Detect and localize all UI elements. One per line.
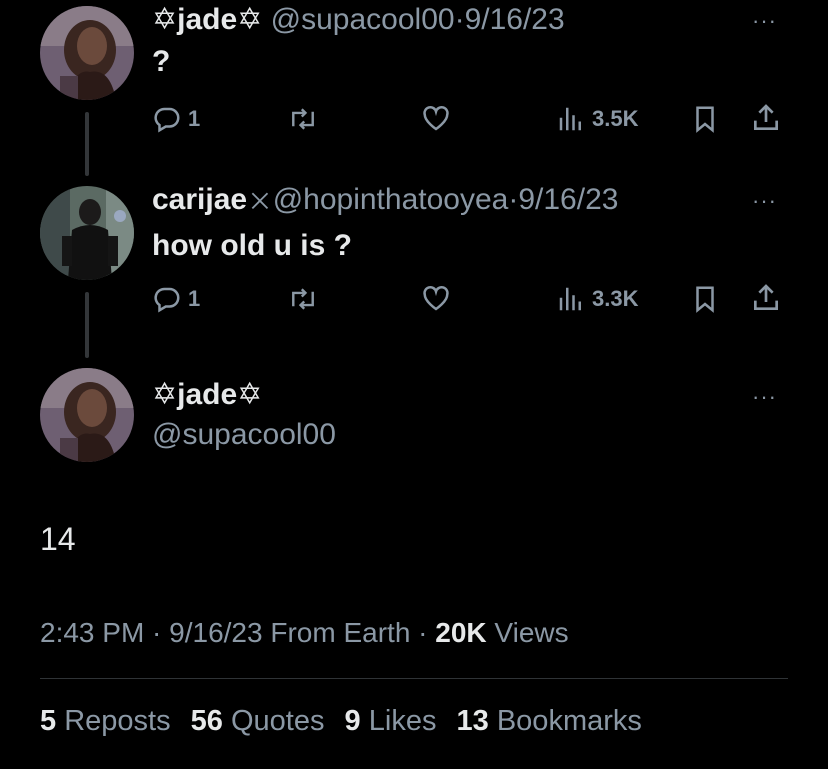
display-name[interactable]: ✡jade✡ bbox=[152, 3, 262, 36]
separator: · bbox=[508, 183, 519, 216]
share-button[interactable] bbox=[750, 102, 782, 134]
views-button[interactable]: 3.5K bbox=[556, 104, 638, 134]
display-name[interactable]: ✡jade✡ bbox=[152, 377, 262, 413]
quotes-stat[interactable]: 56 Quotes bbox=[191, 705, 325, 737]
heart-icon bbox=[423, 105, 449, 131]
views-count: 3.3K bbox=[592, 286, 639, 311]
views-icon bbox=[559, 107, 581, 131]
reply-icon bbox=[154, 287, 180, 313]
repost-button[interactable] bbox=[286, 284, 320, 314]
repost-icon bbox=[292, 288, 314, 310]
avatar-photo bbox=[40, 6, 134, 100]
views-button[interactable]: 3.3K bbox=[556, 284, 638, 314]
more-icon[interactable]: ··· bbox=[752, 190, 777, 212]
likes-count: 9 bbox=[344, 705, 361, 737]
thread-line bbox=[85, 112, 89, 176]
reposts-count: 5 bbox=[40, 705, 57, 737]
reply-icon bbox=[154, 107, 180, 133]
display-name[interactable]: carijae bbox=[152, 183, 247, 216]
repost-icon bbox=[292, 108, 314, 130]
reply-count: 1 bbox=[188, 286, 201, 311]
tweet-text: ? bbox=[152, 45, 171, 78]
bookmark-icon bbox=[696, 106, 714, 133]
bookmark-icon bbox=[696, 286, 714, 313]
heart-icon bbox=[423, 285, 449, 311]
bookmark-button[interactable] bbox=[690, 284, 720, 314]
reply-button[interactable]: 1 bbox=[152, 104, 200, 134]
more-icon[interactable]: ··· bbox=[752, 10, 777, 32]
user-handle[interactable]: @supacool00 bbox=[271, 3, 455, 36]
reply-button[interactable]: 1 bbox=[152, 284, 200, 314]
avatar[interactable] bbox=[40, 6, 134, 100]
bookmarks-stat[interactable]: 13 Bookmarks bbox=[457, 705, 642, 737]
like-button[interactable] bbox=[420, 104, 452, 134]
tweet-header: carijae ⨉ @hopinthatooyea·9/16/23 bbox=[152, 182, 618, 220]
avatar-photo bbox=[40, 186, 134, 280]
tweet-date[interactable]: 9/16/23 bbox=[518, 183, 618, 216]
tweet-text: how old u is ? bbox=[152, 229, 352, 262]
bookmarks-label: Bookmarks bbox=[488, 705, 642, 737]
tweet-header: ✡jade✡ @supacool00·9/16/23 bbox=[152, 2, 565, 38]
bookmarks-count: 13 bbox=[456, 705, 489, 737]
divider bbox=[40, 678, 788, 679]
reposts-stat[interactable]: 5 Reposts bbox=[40, 705, 171, 737]
tweet-timestamp[interactable]: 2:43 PM · 9/16/23 From Earth · bbox=[40, 617, 435, 648]
tweet-meta: 2:43 PM · 9/16/23 From Earth · 20K Views bbox=[40, 616, 569, 650]
user-handle[interactable]: @supacool00 bbox=[152, 417, 336, 453]
reposts-label: Reposts bbox=[56, 705, 171, 737]
affiliate-badge: ⨉ bbox=[251, 189, 269, 214]
thread-line bbox=[85, 292, 89, 358]
user-handle[interactable]: @hopinthatooyea bbox=[273, 183, 509, 216]
share-icon bbox=[754, 284, 778, 310]
tweet-date[interactable]: 9/16/23 bbox=[465, 3, 565, 36]
views-count: 3.5K bbox=[592, 106, 639, 131]
avatar[interactable] bbox=[40, 186, 134, 280]
engagement-stats: 5 Reposts 56 Quotes 9 Likes 13 Bookmarks bbox=[40, 703, 654, 739]
separator: · bbox=[454, 3, 465, 36]
views-count: 20K bbox=[435, 617, 487, 648]
views-icon bbox=[559, 287, 581, 311]
share-button[interactable] bbox=[750, 282, 782, 314]
likes-label: Likes bbox=[360, 705, 437, 737]
more-icon[interactable]: ··· bbox=[752, 386, 777, 408]
quotes-label: Quotes bbox=[222, 705, 325, 737]
repost-button[interactable] bbox=[286, 104, 320, 134]
bookmark-button[interactable] bbox=[690, 104, 720, 134]
quotes-count: 56 bbox=[190, 705, 223, 737]
like-button[interactable] bbox=[420, 284, 452, 314]
views-label: Views bbox=[486, 617, 569, 648]
tweet-text: 14 bbox=[40, 521, 76, 557]
likes-stat[interactable]: 9 Likes bbox=[345, 705, 437, 737]
avatar-photo bbox=[40, 368, 134, 462]
reply-count: 1 bbox=[188, 106, 201, 131]
avatar[interactable] bbox=[40, 368, 134, 462]
share-icon bbox=[754, 104, 778, 130]
